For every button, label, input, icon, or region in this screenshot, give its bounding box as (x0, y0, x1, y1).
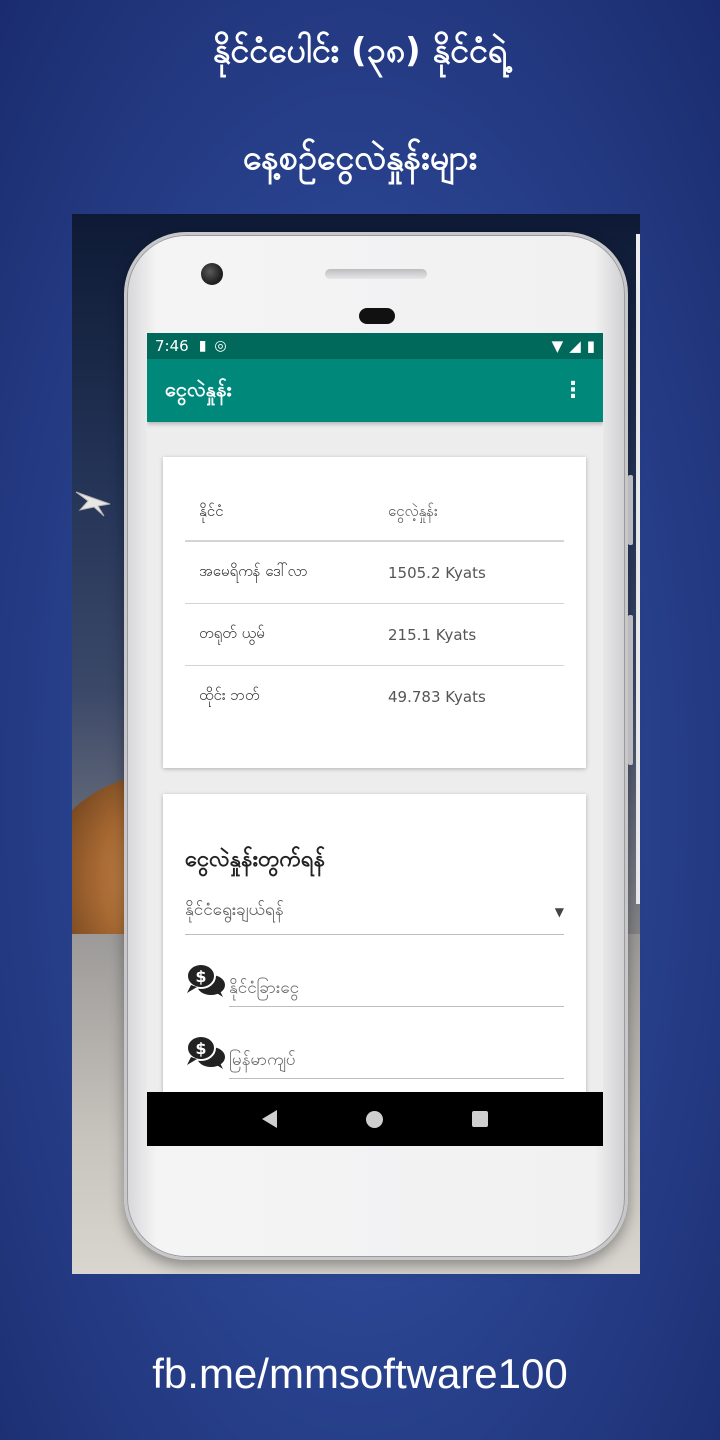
footer-link[interactable]: fb.me/mmsoftware100 (0, 1350, 720, 1398)
spacecraft-icon (75, 491, 111, 517)
banner-line-1: နိုင်ငံပေါင်း (၃၈) နိုင်ငံရဲ့ (212, 31, 508, 71)
nav-recent-icon[interactable] (472, 1111, 489, 1127)
nav-back-icon[interactable] (261, 1110, 277, 1128)
table-row[interactable]: ထိုင်း ဘတ် 49.783 Kyats (185, 666, 564, 728)
money-chat-icon: $ (186, 963, 225, 997)
svg-text:$: $ (195, 1039, 206, 1058)
dropdown-arrow-icon: ▼ (554, 904, 564, 919)
banner-line-2: နေ့စဉ်ငွေလဲနှုန်းများ (242, 138, 478, 178)
svg-text:$: $ (195, 967, 206, 986)
nav-home-icon[interactable] (365, 1110, 383, 1128)
table-row[interactable]: တရုတ် ယွမ် 215.1 Kyats (185, 604, 564, 666)
power-button (628, 475, 633, 545)
foreign-amount-input[interactable]: နိုင်ငံခြားငွေ (229, 967, 564, 1007)
country-select[interactable]: နိုင်ငံရွေးချယ်ရန် ▼ (185, 889, 564, 935)
app-bar: ငွေလဲနှုန်း ⋮ (147, 359, 603, 422)
country-name: အမေရိကန် ဒေါ်လာ (199, 561, 308, 580)
sd-card-icon: ▮ (198, 338, 207, 354)
rates-card: နိုင်ငံ ငွေလဲ့နှုန်း အမေရိကန် ဒေါ်လာ 150… (163, 457, 586, 768)
money-chat-icon: $ (186, 1035, 225, 1069)
overflow-menu-icon[interactable]: ⋮ (561, 379, 585, 402)
front-camera (201, 263, 223, 285)
navigation-bar (147, 1092, 603, 1146)
rates-header-row: နိုင်ငံ ငွေလဲ့နှုန်း (185, 485, 564, 542)
kyat-amount-row: $ မြန်မာကျပ် (185, 1007, 564, 1079)
rate-value: 49.783 Kyats (388, 688, 486, 706)
country-name: တရုတ် ယွမ် (199, 623, 265, 642)
wifi-icon: ▼ (551, 337, 564, 355)
volume-button (628, 615, 633, 765)
calculator-heading: ငွေလဲနှုန်းတွက်ရန် (185, 847, 326, 872)
status-bar: 7:46 ▮ ◎ ▼ ◢ ▮ (147, 333, 603, 359)
app-title: ငွေလဲနှုန်း (165, 376, 232, 401)
proximity-sensor (359, 308, 395, 324)
status-time: 7:46 (155, 337, 189, 355)
header-country: နိုင်ငံ (199, 501, 224, 520)
signal-icon: ◢ (569, 337, 581, 355)
sync-icon: ◎ (214, 338, 227, 354)
country-name: ထိုင်း ဘတ် (199, 686, 260, 704)
phone-screen: 7:46 ▮ ◎ ▼ ◢ ▮ ငွေလဲနှုန်း ⋮ နိုင်ငံ ငွေ… (147, 333, 603, 1146)
scene-edge (636, 234, 640, 904)
table-row[interactable]: အမေရိကန် ဒေါ်လာ 1505.2 Kyats (185, 542, 564, 604)
header-rate: ငွေလဲ့နှုန်း (388, 501, 438, 520)
country-select-value: နိုင်ငံရွေးချယ်ရန် (185, 900, 284, 920)
earpiece-speaker (325, 269, 427, 279)
rate-value: 1505.2 Kyats (388, 563, 486, 582)
battery-icon: ▮ (586, 337, 595, 355)
rate-value: 215.1 Kyats (388, 625, 477, 644)
kyat-amount-input[interactable]: မြန်မာကျပ် (229, 1039, 564, 1079)
foreign-amount-row: $ နိုင်ငံခြားငွေ (185, 935, 564, 1007)
